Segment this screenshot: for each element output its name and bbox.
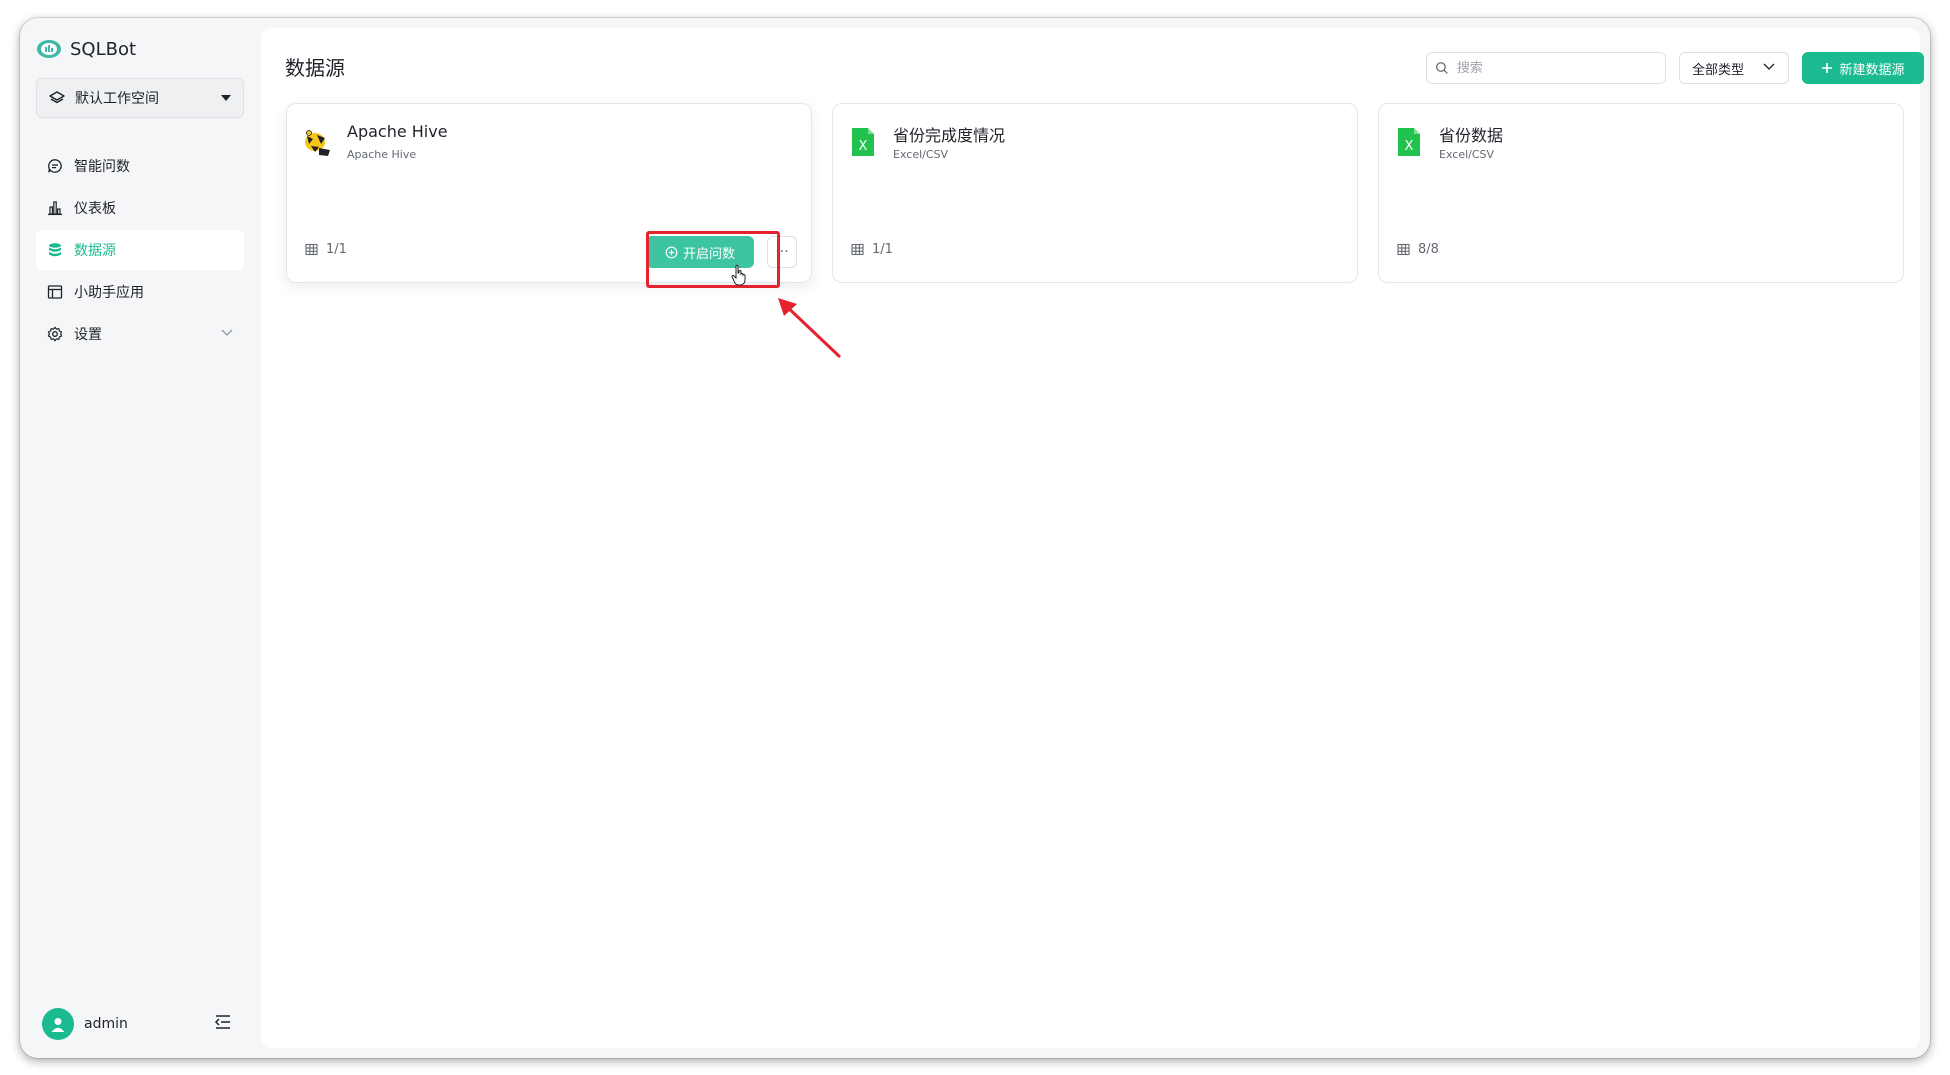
sidebar-menu: 智能问数 仪表板 数据源 小助手应用 设置 [36, 146, 244, 356]
chat-icon [46, 157, 64, 175]
bar-chart-icon [46, 199, 64, 217]
datasource-name: 省份数据 [1439, 126, 1504, 145]
new-datasource-label: 新建数据源 [1839, 62, 1905, 78]
workspace-label: 默认工作空间 [75, 91, 159, 107]
gear-icon [46, 325, 64, 343]
collapse-sidebar-button[interactable] [213, 1012, 233, 1032]
app-name: SQLBot [70, 38, 137, 60]
sidebar-item-dashboard[interactable]: 仪表板 [36, 188, 244, 228]
svg-text:X: X [1405, 139, 1414, 154]
app-window-icon [46, 283, 64, 301]
type-filter-value: 全部类型 [1692, 62, 1745, 78]
table-icon [851, 243, 864, 256]
svg-text:X: X [859, 139, 868, 154]
layers-icon [49, 91, 65, 104]
sidebar-item-label: 设置 [74, 327, 102, 343]
plus-circle-icon [665, 246, 678, 258]
table-icon [1397, 243, 1410, 256]
chevron-down-icon [220, 325, 234, 343]
sqlbot-logo-icon [37, 40, 61, 58]
excel-icon: X [1398, 128, 1420, 156]
sidebar-item-label: 数据源 [74, 243, 116, 259]
sidebar-item-assistant[interactable]: 小助手应用 [36, 272, 244, 312]
user-profile[interactable]: admin [42, 1008, 128, 1040]
start-ask-button[interactable]: 开启问数 [646, 236, 754, 268]
table-count: 1/1 [851, 242, 893, 257]
new-datasource-button[interactable]: 新建数据源 [1802, 52, 1924, 84]
excel-icon: X [852, 128, 874, 156]
sidebar-item-settings[interactable]: 设置 [36, 314, 244, 354]
user-name: admin [84, 1016, 128, 1032]
hive-icon [305, 130, 330, 156]
table-icon [305, 243, 318, 256]
table-count-value: 1/1 [326, 242, 347, 257]
brand[interactable]: SQLBot [36, 38, 136, 60]
start-ask-label: 开启问数 [682, 246, 735, 262]
table-count: 1/1 [305, 242, 347, 257]
sidebar-item-label: 智能问数 [74, 159, 130, 175]
main-content: 数据源 全部类型 新建数据源 Apache Hive [261, 28, 1924, 1048]
plus-icon [1822, 63, 1833, 73]
user-icon [51, 1018, 65, 1032]
table-count-value: 8/8 [1418, 242, 1439, 257]
app-window: SQLBot 默认工作空间 智能问数 仪表板 数据源 小助手应用 设置 admi… [20, 18, 1930, 1058]
avatar [42, 1008, 74, 1040]
search-input[interactable] [1454, 59, 1657, 77]
datasource-type: Excel/CSV [893, 148, 949, 161]
datasource-card[interactable]: X 省份完成度情况 Excel/CSV 1/1 [832, 103, 1358, 283]
table-count-value: 1/1 [872, 242, 893, 257]
more-options-button[interactable]: ··· [767, 236, 797, 268]
sidebar-item-chat[interactable]: 智能问数 [36, 146, 244, 186]
chevron-down-icon [1762, 59, 1776, 77]
table-count: 8/8 [1397, 242, 1439, 257]
workspace-selector[interactable]: 默认工作空间 [36, 78, 244, 118]
search-icon [1436, 62, 1448, 74]
sidebar-item-label: 小助手应用 [74, 285, 144, 301]
datasource-type: Apache Hive [347, 148, 417, 161]
datasource-card[interactable]: X 省份数据 Excel/CSV 8/8 [1378, 103, 1904, 283]
datasource-type: Excel/CSV [1439, 148, 1495, 161]
datasource-card[interactable]: Apache Hive Apache Hive 1/1 开启问数 ··· [286, 103, 812, 283]
database-icon [46, 241, 64, 259]
caret-down-icon [221, 95, 231, 101]
type-filter-select[interactable]: 全部类型 [1679, 52, 1789, 84]
sidebar-item-label: 仪表板 [74, 201, 116, 217]
menu-fold-icon [214, 1015, 230, 1029]
search-box[interactable] [1426, 52, 1666, 84]
datasource-name: 省份完成度情况 [893, 126, 1006, 145]
page-title: 数据源 [285, 56, 345, 80]
datasource-name: Apache Hive [347, 122, 448, 141]
sidebar-item-datasource[interactable]: 数据源 [36, 230, 244, 270]
more-icon: ··· [775, 244, 789, 260]
sidebar: SQLBot 默认工作空间 智能问数 仪表板 数据源 小助手应用 设置 admi… [20, 18, 260, 1058]
